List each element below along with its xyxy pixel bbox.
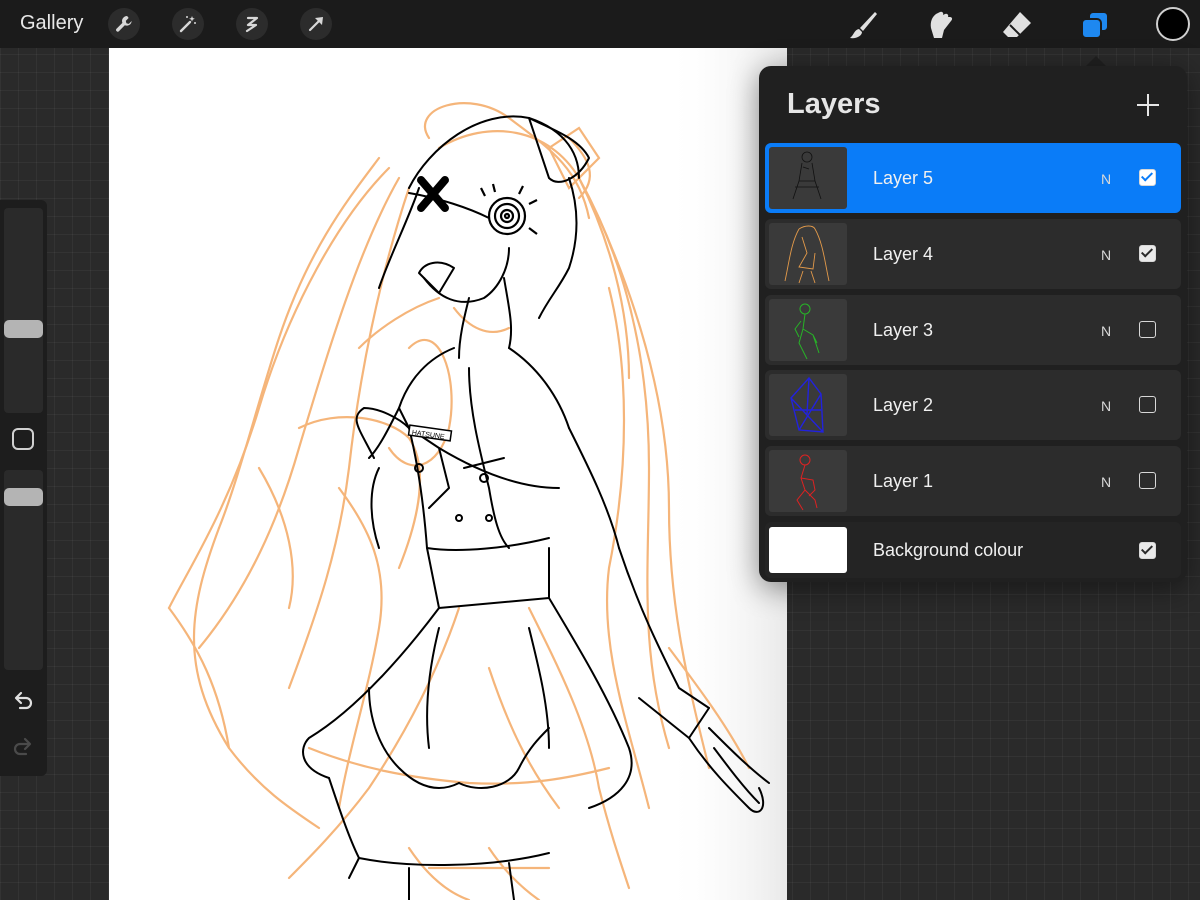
visibility-checkbox[interactable] (1139, 321, 1156, 338)
magic-wand-icon (179, 16, 196, 33)
smudge-icon (930, 11, 953, 39)
eraser-icon (1003, 12, 1031, 37)
visibility-checkbox[interactable] (1139, 472, 1156, 489)
brush-size-thumb[interactable] (4, 320, 43, 339)
background-colour-row[interactable]: Background colour (765, 522, 1181, 578)
layer-thumbnail (769, 450, 847, 512)
wrench-icon (116, 16, 132, 32)
opacity-thumb[interactable] (4, 488, 43, 507)
adjustments-button[interactable] (172, 8, 204, 40)
layers-panel: Layers Layer 5 N Layer 4 N Layer 3 N Lay… (759, 66, 1187, 582)
layer-thumbnail (769, 374, 847, 436)
gallery-button[interactable]: Gallery (20, 12, 83, 35)
blend-mode[interactable]: N (1101, 247, 1111, 263)
modify-button[interactable] (12, 428, 34, 450)
layer-row-4[interactable]: Layer 4 N (765, 219, 1181, 289)
drawing-canvas[interactable]: HATSUNE (109, 48, 787, 900)
layers-icon (1081, 11, 1109, 39)
transform-button[interactable] (300, 8, 332, 40)
visibility-checkbox[interactable] (1139, 396, 1156, 413)
layer-thumbnail (769, 147, 847, 209)
visibility-checkbox[interactable] (1139, 245, 1156, 262)
eraser-tool[interactable] (998, 6, 1036, 44)
layer-row-1[interactable]: Layer 1 N (765, 446, 1181, 516)
layers-panel-title: Layers (787, 88, 881, 120)
brush-icon (850, 12, 877, 39)
background-colour-label: Background colour (873, 540, 1024, 560)
selection-icon (245, 16, 259, 33)
layer-row-2[interactable]: Layer 2 N (765, 370, 1181, 440)
top-toolbar: Gallery (0, 0, 1200, 48)
plus-icon (1137, 94, 1159, 116)
layer-thumbnail (769, 299, 847, 361)
layer-row-5[interactable]: Layer 5 N (765, 143, 1181, 213)
layer-name: Layer 1 (873, 471, 934, 491)
blend-mode[interactable]: N (1101, 171, 1111, 187)
left-sidebar (0, 200, 47, 776)
selection-button[interactable] (236, 8, 268, 40)
layers-panel-pointer (1086, 56, 1106, 66)
actions-button[interactable] (108, 8, 140, 40)
layer-thumbnail (769, 223, 847, 285)
add-layer-button[interactable] (1133, 90, 1163, 120)
layer-name: Layer 4 (873, 244, 934, 264)
canvas-artwork: HATSUNE (109, 48, 787, 900)
smudge-tool[interactable] (920, 6, 958, 44)
layer-name: Layer 5 (873, 168, 934, 188)
redo-icon (13, 737, 32, 756)
layers-tool[interactable] (1076, 6, 1114, 44)
visibility-checkbox[interactable] (1139, 542, 1156, 559)
undo-button[interactable] (9, 686, 37, 714)
layer-name: Layer 3 (873, 320, 934, 340)
blend-mode[interactable]: N (1101, 323, 1111, 339)
background-colour-swatch[interactable] (769, 527, 847, 573)
brush-size-slider[interactable] (4, 208, 43, 413)
blend-mode[interactable]: N (1101, 474, 1111, 490)
transform-arrow-icon (308, 17, 323, 32)
color-swatch[interactable] (1156, 7, 1190, 41)
undo-icon (14, 691, 33, 710)
layer-row-3[interactable]: Layer 3 N (765, 295, 1181, 365)
redo-button[interactable] (9, 732, 37, 760)
visibility-checkbox[interactable] (1139, 169, 1156, 186)
layer-name: Layer 2 (873, 395, 934, 415)
brush-tool[interactable] (844, 6, 882, 44)
blend-mode[interactable]: N (1101, 398, 1111, 414)
